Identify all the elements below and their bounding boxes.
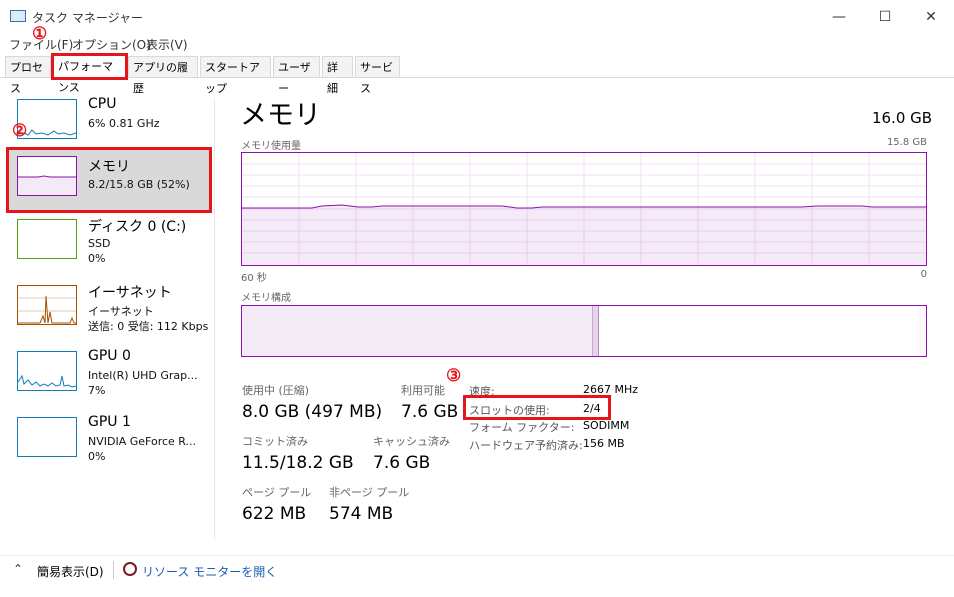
tab-services[interactable]: サービス [355, 56, 400, 95]
time-axis-right: 0 [920, 269, 927, 280]
hardware-reserved-label: ハードウェア予約済み: [469, 439, 583, 452]
composition-label: メモリ構成 [241, 293, 291, 304]
close-button[interactable]: ✕ [908, 0, 954, 34]
form-factor-value: SODIMM [583, 419, 630, 432]
tab-app-history[interactable]: アプリの履歴 [128, 56, 198, 95]
cached-value: 7.6 GB [373, 453, 431, 473]
sidebar-title: GPU 1 [88, 414, 131, 430]
open-resource-monitor-link[interactable]: リソース モニターを開く [142, 563, 277, 580]
hardware-reserved-value: 156 MB [583, 437, 625, 450]
sidebar-sub: 6% 0.81 GHz [88, 117, 160, 130]
menu-options[interactable]: オプション(O) [72, 36, 151, 53]
title-bar: タスク マネージャー — ☐ ✕ [0, 0, 954, 34]
in-use-label: 使用中 (圧縮) [242, 384, 310, 397]
composition-standby [598, 306, 920, 356]
gpu0-sparkline [17, 351, 77, 391]
disk-sparkline [17, 219, 77, 259]
highlight-memory [6, 147, 212, 213]
time-axis-left: 60 秒 [241, 273, 267, 284]
sidebar-sub: 送信: 0 受信: 112 Kbps [88, 320, 209, 333]
fewer-details-button[interactable]: 簡易表示(D) [37, 563, 104, 580]
minimize-button[interactable]: — [816, 0, 862, 34]
sidebar-sub: 0% [88, 450, 106, 463]
footer-divider [113, 561, 114, 579]
total-memory: 16.0 GB [872, 109, 933, 127]
committed-value: 11.5/18.2 GB [242, 453, 354, 473]
highlight-tab-performance [51, 53, 128, 80]
composition-in-use [242, 306, 592, 356]
page-title: メモリ [240, 100, 321, 131]
tab-startup[interactable]: スタートアップ [200, 56, 271, 95]
sidebar-sub: 0% [88, 252, 106, 265]
usage-graph-label: メモリ使用量 [241, 141, 301, 152]
sidebar-sub: NVIDIA GeForce R... [88, 435, 197, 448]
sidebar-title: ディスク 0 (C:) [88, 219, 187, 235]
sidebar-title: GPU 0 [88, 348, 131, 364]
sidebar-item-disk[interactable]: ディスク 0 (C:) SSD 0% [8, 213, 212, 273]
sidebar-sub: Intel(R) UHD Grap... [88, 369, 198, 382]
menu-view[interactable]: 表示(V) [146, 36, 188, 53]
sidebar-sub: 7% [88, 384, 106, 397]
chevron-up-icon[interactable]: ⌃ [13, 562, 23, 576]
available-value: 7.6 GB [401, 402, 459, 422]
ethernet-sparkline [17, 285, 77, 325]
resource-monitor-icon [123, 562, 137, 576]
window-title: タスク マネージャー [32, 11, 143, 25]
sidebar-item-cpu[interactable]: CPU 6% 0.81 GHz [8, 93, 212, 153]
usage-graph-max: 15.8 GB [886, 137, 927, 148]
tab-details[interactable]: 詳細 [322, 56, 353, 95]
in-use-value: 8.0 GB (497 MB) [242, 402, 383, 422]
committed-label: コミット済み [242, 435, 308, 448]
task-manager-icon [10, 10, 26, 22]
gpu1-sparkline [17, 417, 77, 457]
available-label: 利用可能 [401, 384, 445, 397]
nonpaged-pool-value: 574 MB [329, 504, 394, 524]
cached-label: キャッシュ済み [373, 435, 450, 448]
annotation-1: ① [32, 24, 48, 44]
sidebar-item-gpu1[interactable]: GPU 1 NVIDIA GeForce R... 0% [8, 411, 212, 471]
memory-composition-bar [241, 305, 927, 357]
tab-users[interactable]: ユーザー [273, 56, 320, 95]
annotation-3: ③ [446, 366, 462, 386]
sidebar-item-ethernet[interactable]: イーサネット イーサネット 送信: 0 受信: 112 Kbps [8, 279, 212, 339]
tab-processes[interactable]: プロセス [5, 56, 51, 95]
sidebar-sub: イーサネット [88, 305, 154, 318]
sidebar-divider [214, 99, 215, 539]
sidebar-item-gpu0[interactable]: GPU 0 Intel(R) UHD Grap... 7% [8, 345, 212, 405]
composition-free [919, 306, 926, 356]
nonpaged-pool-label: 非ページ プール [329, 486, 410, 499]
sidebar-title: CPU [88, 96, 117, 112]
maximize-button[interactable]: ☐ [862, 0, 908, 34]
form-factor-label: フォーム ファクター: [469, 421, 575, 434]
sidebar-sub: SSD [88, 237, 111, 250]
annotation-2: ② [12, 121, 28, 141]
memory-usage-graph [241, 152, 927, 266]
paged-pool-value: 622 MB [242, 504, 307, 524]
paged-pool-label: ページ プール [242, 486, 312, 499]
highlight-slots [463, 395, 611, 420]
sidebar-title: イーサネット [88, 285, 172, 301]
